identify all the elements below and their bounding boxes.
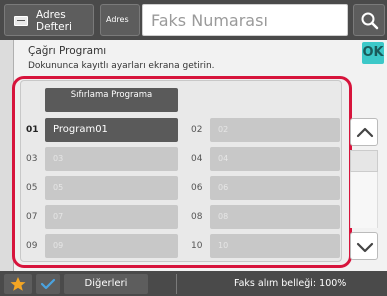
program-number: 02 [191,125,203,135]
scroll-down-button[interactable] [350,232,378,260]
program-button[interactable]: 02 [210,118,340,142]
chevron-down-icon [356,242,374,253]
others-button[interactable]: Diğerleri [64,274,148,294]
page-title: Çağrı Programı [28,45,107,57]
address-label: Adres [106,15,129,24]
address-book-button[interactable]: Adres Defteri [4,4,94,36]
fax-memory-status: Faks alım belleği: 100% [234,278,347,289]
program-button[interactable]: 04 [210,147,340,171]
fax-number-input[interactable] [142,4,348,36]
program-number: 06 [191,183,203,193]
check-button[interactable] [36,274,60,294]
reset-program-button[interactable]: Sıfırlama Programa [45,88,178,112]
check-icon [40,278,56,290]
program-number: 03 [26,154,38,164]
address-button[interactable]: Adres [100,4,140,36]
star-icon [10,277,26,291]
page-subtitle: Dokununca kayıtlı ayarları ekrana getiri… [28,61,215,71]
program-number: 05 [26,183,38,193]
address-book-icon [14,16,28,26]
search-icon [361,12,379,30]
program-number: 10 [191,241,203,251]
program-button[interactable]: 09 [45,234,178,258]
program-number: 01 [26,125,39,135]
favorite-button[interactable] [4,274,32,294]
address-book-label: Adres Defteri [36,9,72,33]
bar-divider [176,274,177,294]
program-button[interactable]: 07 [45,205,178,229]
chevron-up-icon [356,127,374,138]
program-button[interactable]: 10 [210,234,340,258]
program-number: 04 [191,154,203,164]
scroll-up-button[interactable] [350,118,378,146]
program-button[interactable]: 05 [45,176,178,200]
scroll-thumb[interactable] [350,150,378,172]
program-number: 09 [26,241,38,251]
program-number: 07 [26,212,38,222]
program-button[interactable]: Program01 [45,118,178,142]
program-number: 08 [191,212,203,222]
program-button[interactable]: 03 [45,147,178,171]
program-button[interactable]: 08 [210,205,340,229]
search-button[interactable] [353,4,385,36]
program-button[interactable]: 06 [210,176,340,200]
ok-button[interactable]: OK [362,42,384,64]
